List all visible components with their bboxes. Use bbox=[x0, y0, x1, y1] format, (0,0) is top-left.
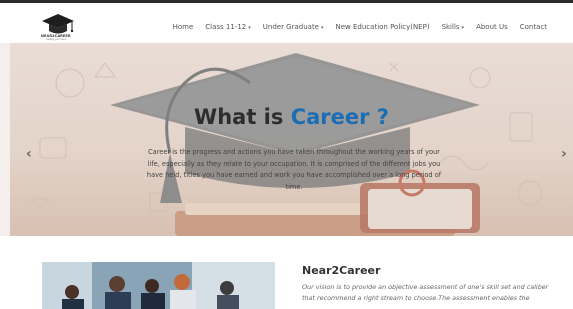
nav-label: Class 11-12 bbox=[205, 23, 247, 31]
nav-item-contact[interactable]: Contact bbox=[514, 23, 553, 31]
nav-label: New Education Policy(NEP) bbox=[335, 23, 430, 31]
slider-next-arrow-icon[interactable]: › bbox=[561, 146, 567, 162]
hero-title-prefix: What is bbox=[194, 105, 284, 129]
hero-slider: What is Career ? Career is the progress … bbox=[10, 43, 573, 236]
about-title: Near2Career bbox=[302, 264, 381, 277]
nav-label: Skills bbox=[441, 23, 460, 31]
main-nav: Home Class 11-12 ▾ Under Graduate ▾ New Ed… bbox=[167, 23, 553, 31]
nav-item-under-graduate[interactable]: Under Graduate ▾ bbox=[257, 23, 330, 31]
nav-item-class-11-12[interactable]: Class 11-12 ▾ bbox=[199, 23, 257, 31]
slider-prev-arrow-icon[interactable]: ‹ bbox=[26, 146, 32, 162]
hero-description: Career is the progress and actions you h… bbox=[146, 148, 442, 191]
nav-label: Under Graduate bbox=[262, 23, 319, 31]
hero-title-accent: Career ? bbox=[290, 105, 389, 129]
chevron-down-icon: ▾ bbox=[461, 25, 465, 31]
nav-item-home[interactable]: Home bbox=[167, 23, 200, 31]
nav-item-nep[interactable]: New Education Policy(NEP) bbox=[330, 23, 436, 31]
site-header: NEAR2CAREER Guiding your future Home Cla… bbox=[0, 3, 573, 43]
about-text: Our vision is to provide an objective as… bbox=[302, 283, 549, 302]
chevron-down-icon: ▾ bbox=[248, 25, 251, 31]
students-photo bbox=[42, 262, 275, 309]
nav-item-skills[interactable]: Skills ▾ bbox=[436, 23, 471, 31]
nav-label: About Us bbox=[476, 23, 508, 31]
nav-label: Home bbox=[172, 23, 194, 31]
chevron-down-icon: ▾ bbox=[321, 25, 324, 31]
about-image bbox=[42, 262, 275, 309]
nav-label: Contact bbox=[519, 23, 547, 31]
hero-title: What is Career ? bbox=[10, 105, 573, 129]
logo-tagline: Guiding your future bbox=[46, 38, 67, 41]
page-gutter bbox=[0, 43, 10, 236]
hero-background-illustration bbox=[29, 53, 543, 236]
nav-item-about-us[interactable]: About Us bbox=[470, 23, 514, 31]
